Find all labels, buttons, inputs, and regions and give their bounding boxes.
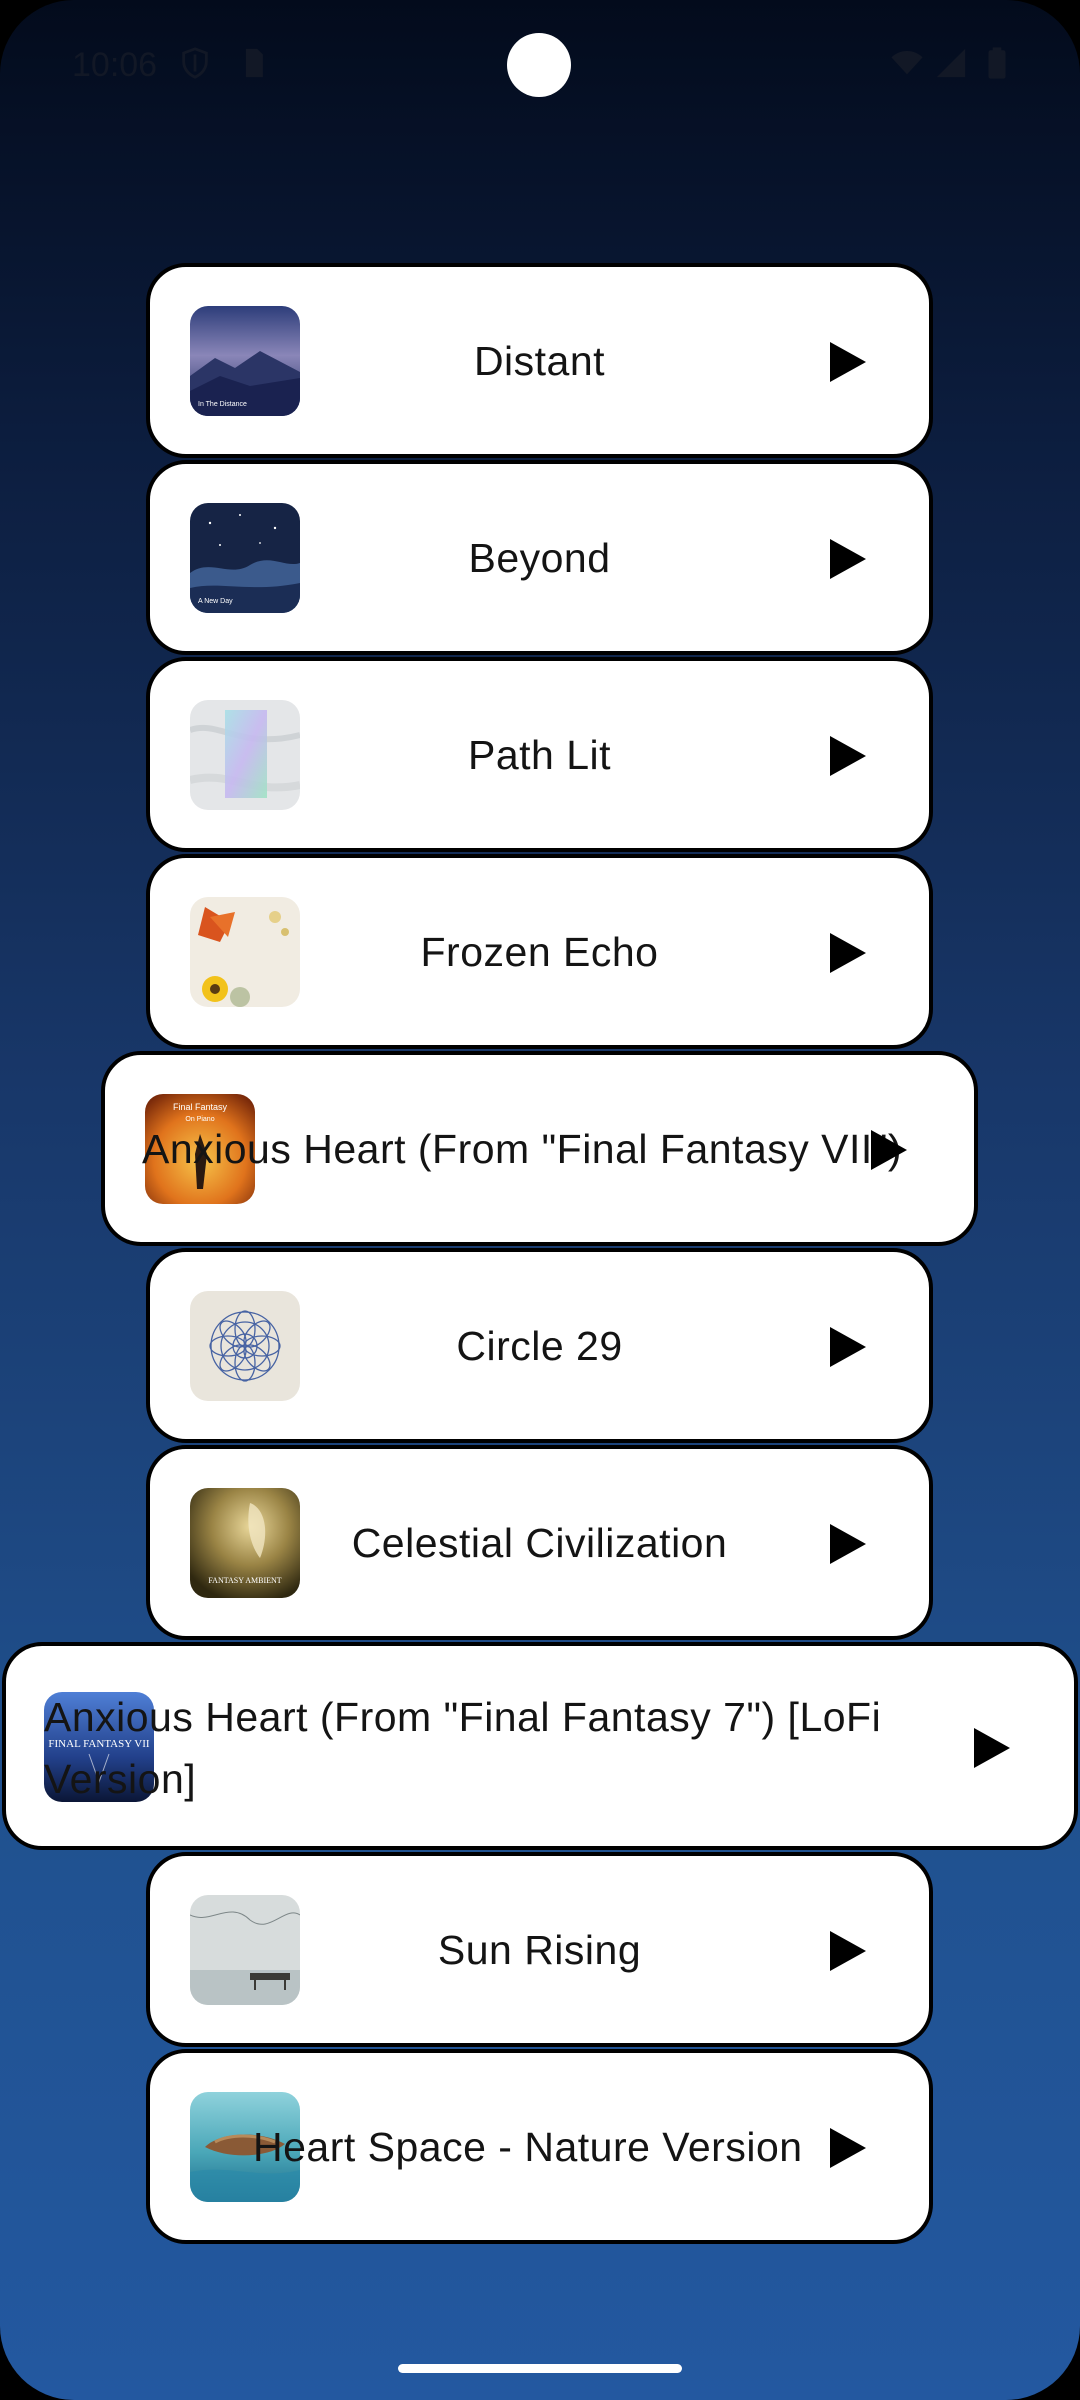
song-title: Frozen Echo [420,929,659,975]
song-card-distant[interactable]: In The Distance Distant [146,263,933,458]
play-icon[interactable] [828,537,868,581]
cover-text: On Piano [185,1116,214,1123]
play-icon[interactable] [828,1325,868,1369]
cover-text: A New Day [198,598,233,605]
cover-text: FANTASY AMBIENT [208,1576,281,1585]
song-card-path-lit[interactable]: Path Lit [146,657,933,852]
song-title: Path Lit [467,732,612,778]
song-title: Celestial Civilization [351,1520,728,1566]
play-icon[interactable] [828,931,868,975]
cell-signal-icon [936,48,966,78]
play-icon[interactable] [828,2126,868,2170]
song-title: Sun Rising [437,1927,642,1973]
song-title: Beyond [468,535,611,581]
song-title: Heart Space - Nature Version [253,2124,803,2170]
song-card-heart-space[interactable]: Heart Space - Nature Version [146,2049,933,2244]
phone-screen: 10:06 In The Distance Distant A New Day … [0,0,1080,2400]
song-card-sun-rising[interactable]: Sun Rising [146,1852,933,2047]
play-icon[interactable] [869,1128,909,1172]
song-card-beyond[interactable]: A New Day Beyond [146,460,933,655]
song-title: Anxious Heart (From "Final Fantasy 7") [… [44,1694,882,1802]
sim-card-icon [245,48,263,78]
wifi-icon [891,50,923,75]
song-card-frozen-echo[interactable]: Frozen Echo [146,854,933,1049]
vpn-shield-icon [182,47,208,79]
song-title: Circle 29 [456,1323,623,1369]
battery-icon [988,47,1006,79]
front-camera [507,33,571,97]
home-indicator[interactable] [398,2364,682,2373]
song-card-anxious-heart[interactable]: Final Fantasy On Piano Anxious Heart (Fr… [101,1051,978,1246]
play-icon[interactable] [828,1929,868,1973]
play-icon[interactable] [972,1726,1012,1770]
cover-text: Final Fantasy [173,1102,228,1112]
status-time: 10:06 [72,46,158,84]
song-title: Distant [473,338,606,384]
play-icon[interactable] [828,734,868,778]
song-card-anxious-heart-lofi[interactable]: FINAL FANTASY VII Anxious Heart (From "F… [2,1642,1078,1850]
cover-text: In The Distance [198,401,247,408]
play-icon[interactable] [828,1522,868,1566]
song-card-celestial-civilization[interactable]: FANTASY AMBIENT Celestial Civilization [146,1445,933,1640]
play-icon[interactable] [828,340,868,384]
song-card-circle-29[interactable]: Circle 29 [146,1248,933,1443]
song-title: Anxious Heart (From "Final Fantasy VII") [142,1126,902,1172]
